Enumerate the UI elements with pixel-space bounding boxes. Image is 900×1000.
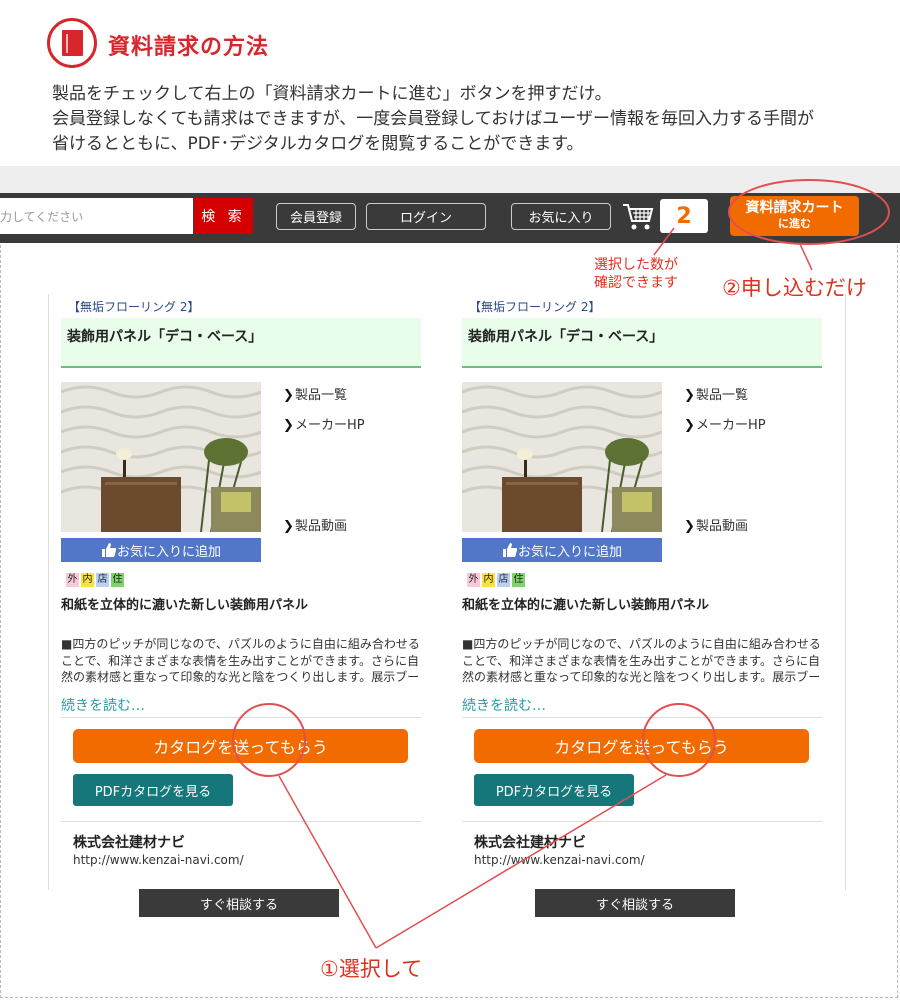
separator-band	[0, 166, 900, 193]
product-photo[interactable]	[61, 382, 261, 532]
product-subtitle: 和紙を立体的に漉いた新しい装飾用パネル	[61, 598, 309, 613]
chevron-right-icon: ❯	[283, 388, 294, 403]
search-button[interactable]: 検 索	[194, 198, 253, 234]
chevron-right-icon: ❯	[283, 418, 294, 433]
add-favorite-button[interactable]: お気に入りに追加	[61, 538, 261, 562]
link-video[interactable]: ❯製品動画	[283, 515, 347, 534]
add-favorite-button[interactable]: お気に入りに追加	[462, 538, 662, 562]
divider	[462, 717, 822, 718]
intro-section: 資料請求の方法 製品をチェックして右上の「資料請求カートに進む」ボタンを押すだけ…	[0, 0, 900, 166]
read-more-link[interactable]: 続きを読む…	[61, 695, 145, 715]
product-title-box: 装飾用パネル「デコ・ベース」	[462, 318, 822, 368]
company-url[interactable]: http://www.kenzai-navi.com/	[73, 853, 244, 867]
intro-line: 製品をチェックして右上の「資料請求カートに進む」ボタンを押すだけ。	[52, 84, 612, 104]
product-title-box: 装飾用パネル「デコ・ベース」	[61, 318, 421, 368]
add-favorite-label: お気に入りに追加	[116, 544, 221, 560]
login-button[interactable]: ログイン	[366, 203, 486, 230]
badge-exterior: 外	[467, 573, 480, 587]
count-note: 選択した数が 確認できます	[594, 256, 678, 292]
cart-button-label: 資料請求カート	[745, 200, 844, 216]
pdf-catalog-button[interactable]: PDFカタログを見る	[73, 774, 233, 806]
usage-badges: 外 内 店 住	[66, 573, 124, 587]
divider	[462, 821, 822, 822]
request-catalog-button[interactable]: カタログを送ってもらう	[474, 729, 809, 763]
product-subtitle: 和紙を立体的に漉いた新しい装飾用パネル	[462, 598, 710, 613]
badge-interior: 内	[482, 573, 495, 587]
register-button[interactable]: 会員登録	[276, 203, 356, 230]
intro-title: 資料請求の方法	[108, 35, 270, 60]
step1-label: ①選択して	[320, 957, 423, 981]
cart-proceed-button[interactable]: 資料請求カート に進む	[730, 196, 859, 236]
cart-button-sublabel: に進む	[778, 217, 811, 230]
link-maker[interactable]: ❯メーカーHP	[283, 414, 365, 433]
consult-button[interactable]: すぐ相談する	[535, 889, 735, 917]
count-note-line: 選択した数が	[594, 257, 678, 273]
card-border	[845, 294, 846, 890]
company-name: 株式会社建材ナビ	[73, 835, 185, 851]
cart-count: 2	[660, 199, 708, 233]
thumbs-up-icon	[502, 543, 518, 557]
chevron-right-icon: ❯	[684, 418, 695, 433]
badge-interior: 内	[81, 573, 94, 587]
link-products[interactable]: ❯製品一覧	[684, 384, 748, 403]
category-label[interactable]: 【無垢フローリング 2】	[68, 298, 199, 315]
category-label[interactable]: 【無垢フローリング 2】	[469, 298, 600, 315]
product-description: ■四方のピッチが同じなので、パズルのように自由に組み合わせることで、和洋さまざま…	[462, 637, 821, 684]
company-name: 株式会社建材ナビ	[474, 835, 586, 851]
usage-badges: 外 内 店 住	[467, 573, 525, 587]
thumbs-up-icon	[101, 543, 117, 557]
link-maker-label: メーカーHP	[295, 418, 365, 433]
intro-text: 製品をチェックして右上の「資料請求カートに進む」ボタンを押すだけ。 会員登録しな…	[52, 82, 882, 157]
chevron-right-icon: ❯	[283, 519, 294, 534]
link-video-label: 製品動画	[295, 519, 348, 534]
link-video-label: 製品動画	[696, 519, 749, 534]
search-placeholder: 入力してください	[0, 210, 84, 224]
book-icon	[47, 18, 97, 68]
chevron-right-icon: ❯	[684, 519, 695, 534]
link-products-label: 製品一覧	[295, 388, 348, 403]
cart-icon[interactable]	[622, 202, 654, 232]
chevron-right-icon: ❯	[684, 388, 695, 403]
link-maker[interactable]: ❯メーカーHP	[684, 414, 766, 433]
intro-line: 会員登録しなくても請求はできますが、一度会員登録しておけばユーザー情報を毎回入力…	[52, 109, 814, 129]
product-title[interactable]: 装飾用パネル「デコ・ベース」	[468, 326, 663, 346]
search-input[interactable]: 入力してください	[0, 198, 193, 234]
card-border	[48, 294, 49, 890]
badge-residence: 住	[111, 573, 124, 587]
consult-button[interactable]: すぐ相談する	[139, 889, 339, 917]
link-video[interactable]: ❯製品動画	[684, 515, 748, 534]
link-products[interactable]: ❯製品一覧	[283, 384, 347, 403]
count-note-line: 確認できます	[594, 275, 678, 291]
divider	[61, 821, 421, 822]
favorites-button[interactable]: お気に入り	[511, 203, 611, 230]
divider	[61, 717, 421, 718]
link-maker-label: メーカーHP	[696, 418, 766, 433]
badge-shop: 店	[497, 573, 510, 587]
pdf-catalog-button[interactable]: PDFカタログを見る	[474, 774, 634, 806]
company-url[interactable]: http://www.kenzai-navi.com/	[474, 853, 645, 867]
read-more-link[interactable]: 続きを読む…	[462, 695, 546, 715]
product-photo[interactable]	[462, 382, 662, 532]
product-description: ■四方のピッチが同じなので、パズルのように自由に組み合わせることで、和洋さまざま…	[61, 637, 420, 684]
badge-exterior: 外	[66, 573, 79, 587]
product-title[interactable]: 装飾用パネル「デコ・ベース」	[67, 326, 262, 346]
link-products-label: 製品一覧	[696, 388, 749, 403]
badge-residence: 住	[512, 573, 525, 587]
intro-line: 省けるとともに、PDF･デジタルカタログを閲覧することができます。	[52, 134, 584, 154]
request-catalog-button[interactable]: カタログを送ってもらう	[73, 729, 408, 763]
add-favorite-label: お気に入りに追加	[517, 544, 622, 560]
badge-shop: 店	[96, 573, 109, 587]
